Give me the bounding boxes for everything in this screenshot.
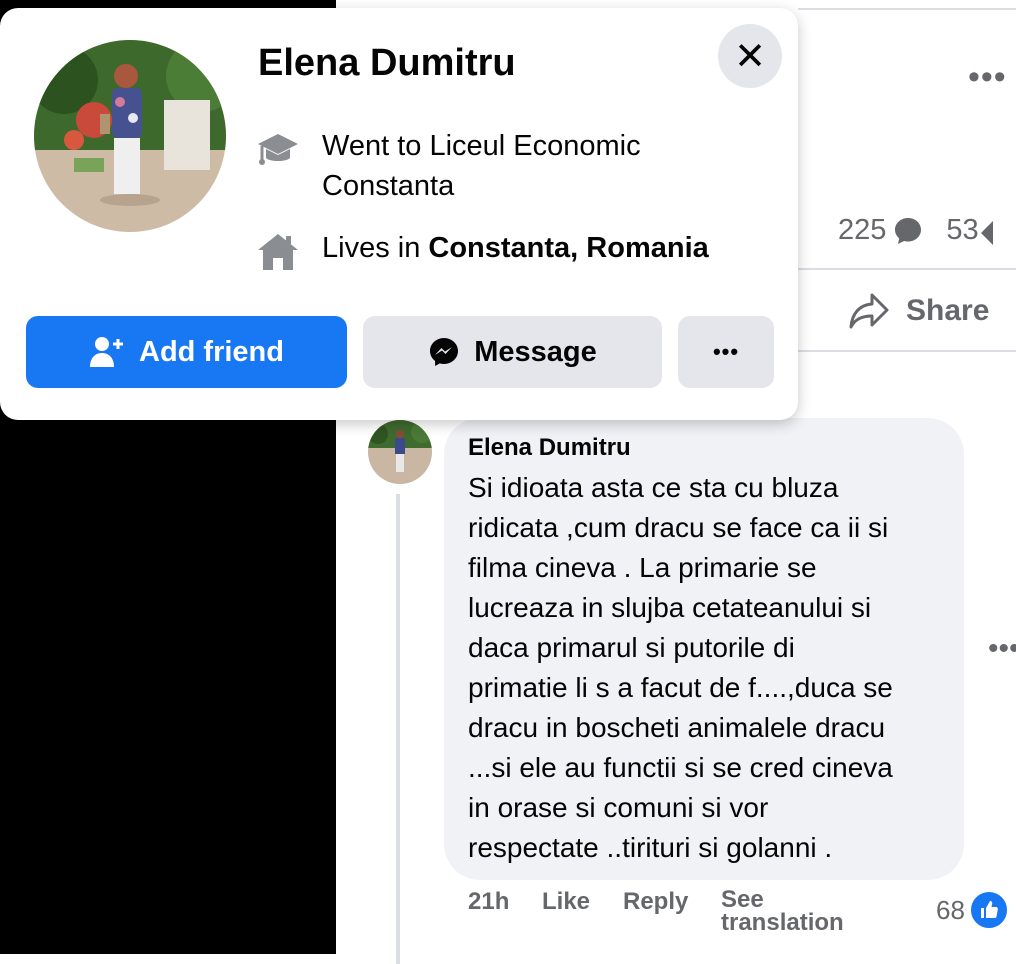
comment-reactions[interactable]: 68 [936,890,1009,930]
share-count-icon [980,220,993,245]
profile-avatar[interactable] [34,40,226,232]
post-stats: 225 53 [838,214,993,247]
profile-name[interactable]: Elena Dumitru [258,42,516,85]
like-icon [968,890,1009,930]
comment-avatar[interactable] [368,420,432,484]
comment-author[interactable]: Elena Dumitru [468,434,631,462]
card-more-options-button[interactable]: ••• [678,316,774,388]
education-text: Went to Liceul Economic Constanta [322,130,641,202]
comment-reply-button[interactable]: Reply [623,888,688,916]
comment-text: Si idioata asta ce sta cu bluza ridicata… [468,472,893,863]
share-count[interactable]: 53 [946,214,978,247]
comment-count[interactable]: 225 [838,214,886,247]
post-actions-divider [798,350,1016,352]
share-button[interactable]: Share [848,292,989,330]
see-translation-link[interactable]: See translation [721,888,844,935]
share-label: Share [906,294,990,327]
profile-hover-card: Elena Dumitru ✕ Went to Liceul Economic … [0,8,798,420]
add-friend-label: Add friend [139,335,284,368]
add-friend-button[interactable]: Add friend [26,316,347,388]
reaction-count: 68 [936,894,965,925]
lives-in-text: Lives in Constanta, Romania [322,228,782,274]
lives-in-place[interactable]: Constanta, Romania [428,232,708,264]
comment-thread-line [396,494,400,964]
comment-time[interactable]: 21h [468,888,509,916]
home-icon [256,230,300,274]
comment-more-options-icon[interactable]: ••• [988,632,1016,666]
graduation-cap-icon [256,128,300,172]
lives-in-row: Lives in Constanta, Romania [256,228,782,274]
education-row: Went to Liceul Economic Constanta [256,126,722,206]
comment-like-button[interactable]: Like [542,888,590,916]
post-more-options-icon[interactable]: ••• [968,60,1007,94]
messenger-icon [430,338,459,366]
message-button[interactable]: Message [363,316,662,388]
comment-bubble: Elena Dumitru Si idioata asta ce sta cu … [444,418,964,880]
comment-bubble-icon [892,215,924,247]
ellipsis-icon: ••• [712,339,740,364]
close-button[interactable]: ✕ [718,24,782,88]
close-icon: ✕ [734,35,766,78]
lives-in-prefix: Lives in [322,232,429,264]
post-stats-divider [798,268,1016,270]
post-top-divider [798,8,1016,10]
message-label: Message [474,335,597,368]
share-icon [849,293,889,329]
add-friend-icon [90,337,123,367]
